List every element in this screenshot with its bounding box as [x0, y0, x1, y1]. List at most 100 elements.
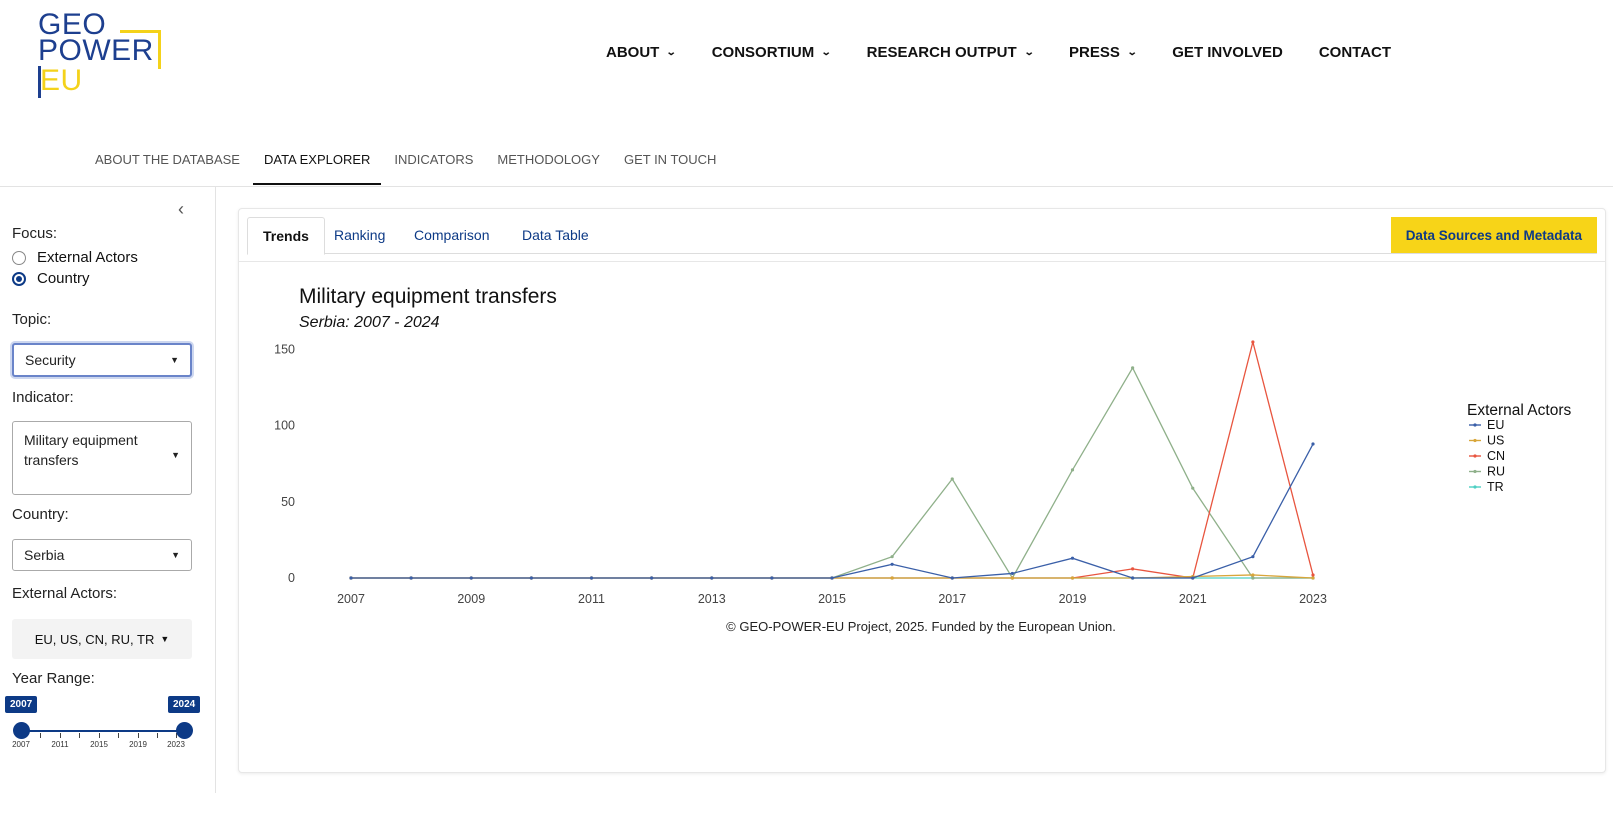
topic-label: Topic:: [12, 311, 52, 328]
data-explorer-panel: Trends Ranking Comparison Data Table Dat…: [238, 208, 1606, 773]
slider-tick-label: 2023: [167, 740, 185, 749]
legend-marker: [1473, 438, 1477, 443]
data-point[interactable]: [1251, 555, 1255, 559]
data-point[interactable]: [1131, 576, 1135, 580]
caret-down-icon: ▼: [170, 355, 179, 365]
slider-tick: [118, 733, 119, 738]
subnav-about-database[interactable]: ABOUT THE DATABASE: [84, 140, 251, 185]
y-tick-label: 150: [274, 343, 295, 357]
trends-chart: Military equipment transfers Serbia: 200…: [274, 285, 1571, 634]
collapse-sidebar-icon[interactable]: ‹: [178, 199, 184, 220]
data-point[interactable]: [349, 576, 353, 580]
nav-press-label: PRESS: [1069, 44, 1120, 61]
legend-marker: [1473, 423, 1477, 427]
year-max-handle[interactable]: [176, 722, 193, 739]
caret-down-icon: ▼: [171, 450, 180, 460]
subnav-methodology[interactable]: METHODOLOGY: [486, 140, 611, 185]
data-point[interactable]: [469, 576, 473, 580]
focus-label: Focus:: [12, 225, 58, 242]
subnav-get-in-touch[interactable]: GET IN TOUCH: [613, 140, 727, 185]
nav-get-involved[interactable]: GET INVOLVED: [1172, 44, 1283, 61]
data-point[interactable]: [1010, 576, 1014, 580]
data-point[interactable]: [950, 477, 954, 481]
database-subnav: ABOUT THE DATABASE DATA EXPLORER INDICAT…: [84, 140, 729, 185]
data-point[interactable]: [1311, 442, 1315, 446]
slider-tick: [138, 733, 139, 738]
nav-press[interactable]: PRESS ⌄: [1069, 44, 1138, 61]
nav-consortium[interactable]: CONSORTIUM ⌄: [712, 44, 832, 61]
chevron-down-icon: ⌄: [1023, 47, 1035, 58]
external-actors-select[interactable]: EU, US, CN, RU, TR ▼: [12, 619, 192, 659]
filter-sidebar: ‹ Focus: External Actors Country Topic: …: [0, 187, 216, 793]
data-point[interactable]: [830, 576, 834, 580]
topic-value: Security: [25, 352, 76, 368]
focus-radio-external-actors[interactable]: External Actors: [12, 249, 138, 266]
series-line-cn: [351, 341, 1314, 579]
focus-radio-country[interactable]: Country: [12, 270, 90, 287]
data-point[interactable]: [1070, 468, 1075, 472]
topic-select[interactable]: Security ▼: [12, 343, 192, 377]
data-point[interactable]: [529, 576, 533, 580]
subnav-indicators[interactable]: INDICATORS: [383, 140, 484, 185]
data-point[interactable]: [1251, 576, 1255, 580]
data-point[interactable]: [1070, 556, 1075, 560]
slider-tick: [60, 733, 61, 738]
chart-subtitle: Serbia: 2007 - 2024: [299, 314, 440, 331]
legend-item-us[interactable]: US: [1487, 434, 1504, 448]
country-select[interactable]: Serbia ▼: [12, 539, 192, 571]
y-tick-label: 0: [288, 571, 295, 585]
legend-item-cn[interactable]: CN: [1487, 449, 1505, 463]
slider-tick: [40, 733, 41, 738]
focus-option-label: External Actors: [37, 249, 138, 266]
nav-contact[interactable]: CONTACT: [1319, 44, 1391, 61]
country-value: Serbia: [24, 547, 65, 563]
year-range-label: Year Range:: [12, 670, 95, 687]
indicator-select[interactable]: Military equipment transfers ▼: [12, 421, 192, 495]
chevron-down-icon: ⌄: [666, 47, 677, 58]
nav-about[interactable]: ABOUT ⌄: [606, 44, 677, 61]
data-point[interactable]: [890, 555, 894, 559]
indicator-value-line2: transfers: [24, 452, 79, 468]
x-tick-label: 2015: [818, 592, 846, 606]
subnav-divider: [0, 186, 1613, 187]
x-tick-label: 2007: [337, 592, 365, 606]
data-point[interactable]: [710, 576, 714, 580]
legend-item-eu[interactable]: EU: [1487, 418, 1504, 432]
series-line-eu: [351, 443, 1314, 579]
legend-marker: [1473, 454, 1477, 458]
data-point[interactable]: [950, 576, 954, 580]
indicator-label: Indicator:: [12, 389, 74, 406]
legend-item-tr[interactable]: TR: [1487, 480, 1504, 494]
focus-option-label: Country: [37, 270, 90, 287]
slider-tick: [79, 733, 80, 738]
data-point[interactable]: [1191, 486, 1195, 490]
data-point[interactable]: [890, 562, 894, 566]
data-point[interactable]: [1131, 366, 1135, 370]
data-point[interactable]: [1251, 340, 1255, 344]
radio-unchecked-icon: [12, 250, 26, 265]
data-point[interactable]: [770, 576, 774, 580]
data-point[interactable]: [1191, 576, 1195, 580]
subnav-data-explorer[interactable]: DATA EXPLORER: [252, 140, 382, 185]
country-label: Country:: [12, 506, 69, 523]
nav-about-label: ABOUT: [606, 44, 660, 61]
chart-credit: © GEO-POWER-EU Project, 2025. Funded by …: [726, 619, 1116, 634]
data-point[interactable]: [1311, 573, 1315, 577]
data-point[interactable]: [890, 576, 894, 580]
slider-tick-label: 2015: [90, 740, 108, 749]
data-point[interactable]: [589, 576, 594, 580]
data-point[interactable]: [1311, 576, 1315, 580]
chevron-down-icon: ⌄: [820, 47, 832, 58]
data-point[interactable]: [650, 576, 654, 580]
data-point[interactable]: [409, 576, 413, 580]
data-point[interactable]: [1070, 576, 1075, 580]
nav-research-output[interactable]: RESEARCH OUTPUT ⌄: [867, 44, 1035, 61]
year-min-handle[interactable]: [13, 722, 30, 739]
geopower-logo[interactable]: GEO POWER EU: [38, 8, 168, 104]
legend-item-ru[interactable]: RU: [1487, 465, 1505, 479]
data-point[interactable]: [1010, 571, 1014, 576]
year-min-badge: 2007: [5, 696, 38, 713]
year-range-track[interactable]: [20, 730, 184, 732]
data-point[interactable]: [1251, 573, 1255, 577]
data-point[interactable]: [1131, 567, 1135, 571]
